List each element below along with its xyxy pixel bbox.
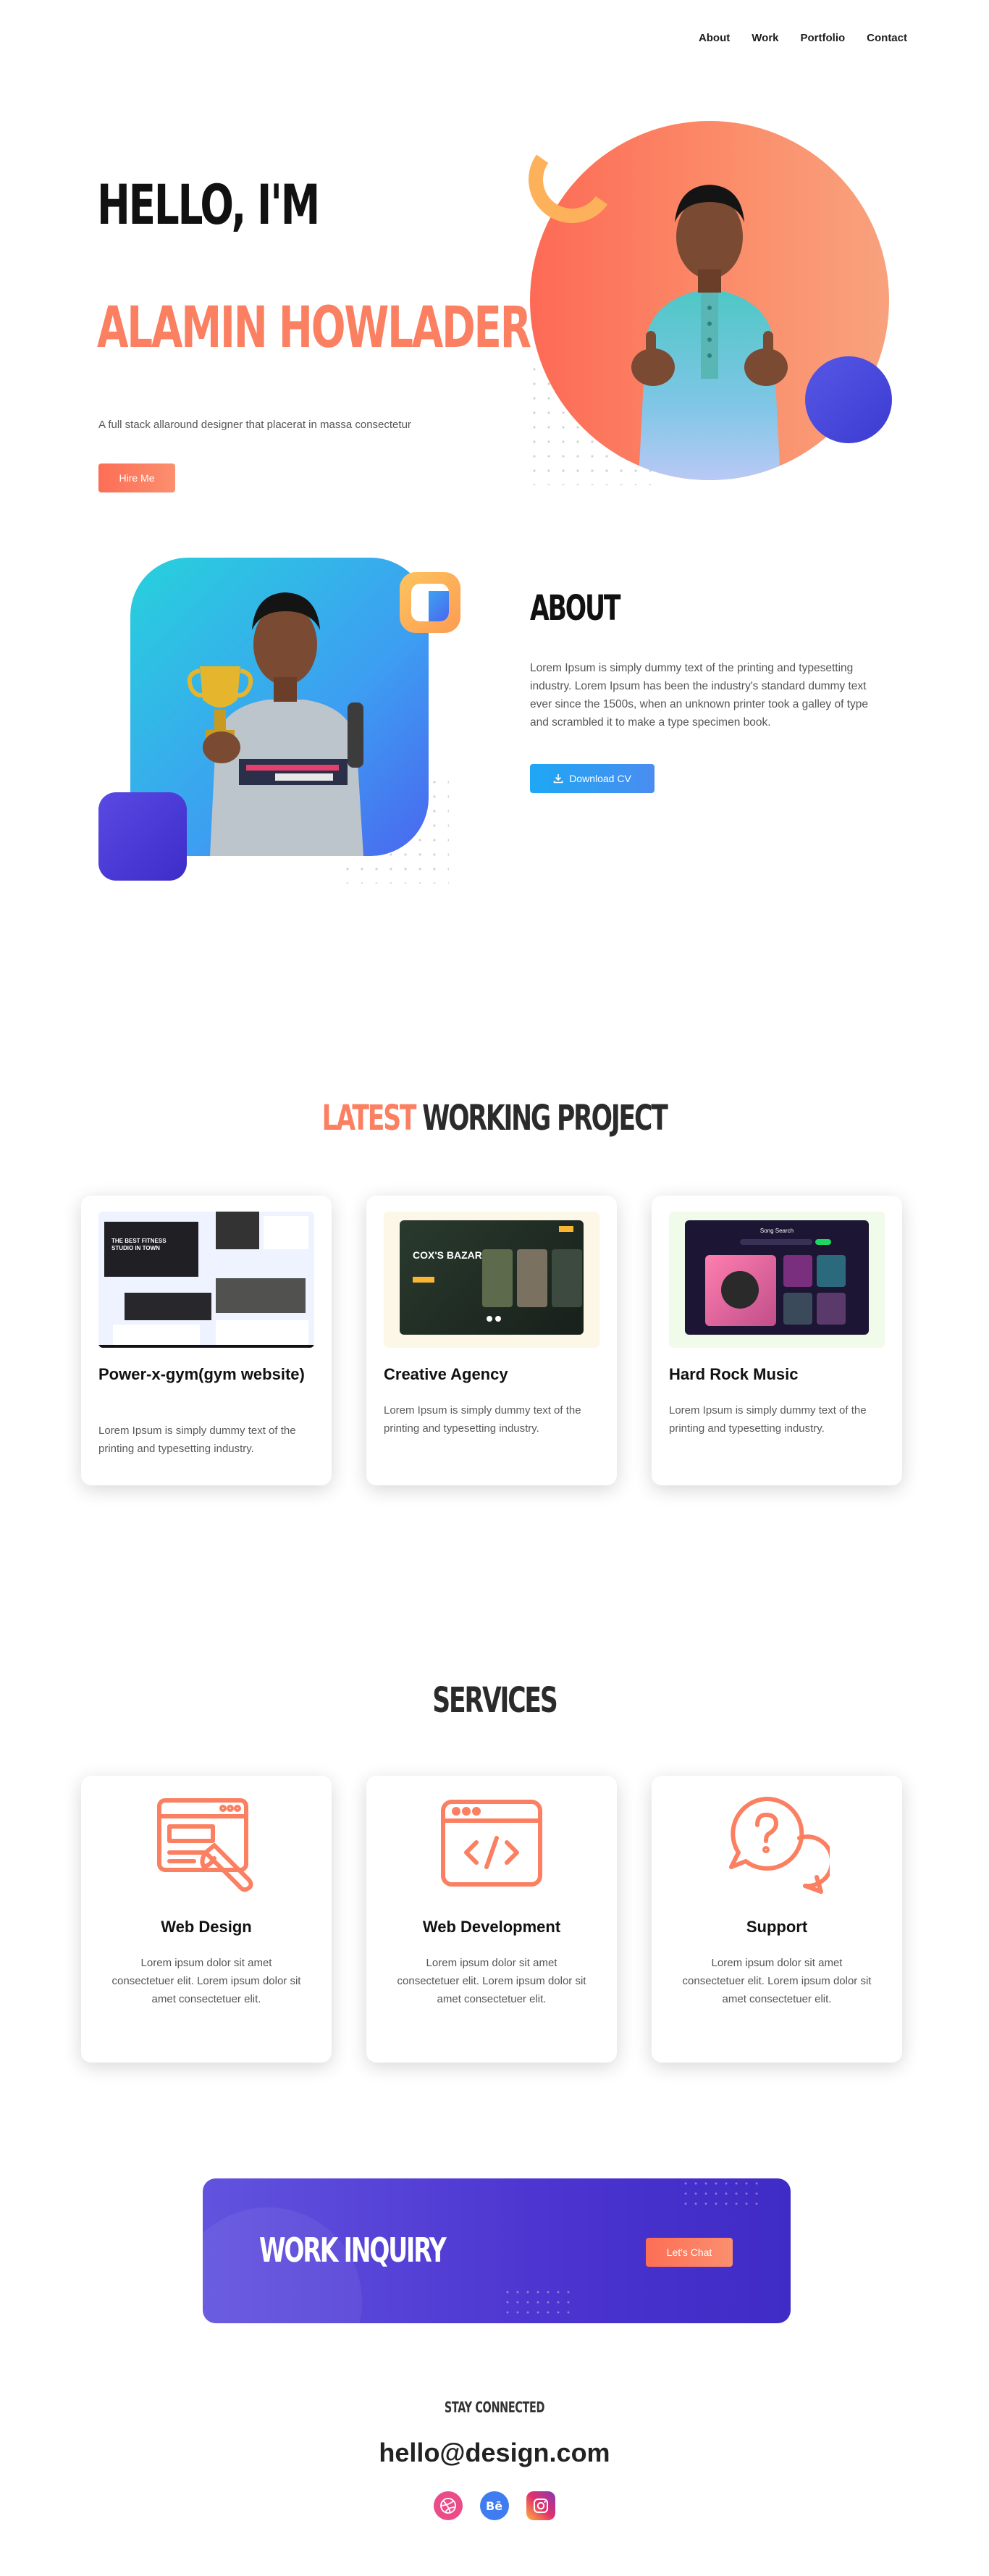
service-title: Web Design bbox=[161, 1918, 252, 1936]
about-text: Lorem Ipsum is simply dummy text of the … bbox=[530, 662, 869, 729]
hire-me-button[interactable]: Hire Me bbox=[98, 463, 175, 492]
work-inquiry-banner: WORK INQUIRY Let's Chat bbox=[203, 2178, 791, 2323]
projects-title-rest: WORKING PROJECT bbox=[422, 1098, 669, 1138]
thumb-hero: Song Search bbox=[685, 1220, 869, 1335]
thumb-hero: THE BEST FITNESS STUDIO IN TOWN bbox=[104, 1222, 198, 1277]
nav-about-link[interactable]: About bbox=[699, 32, 730, 44]
code-window-icon bbox=[441, 1800, 542, 1887]
project-title: Hard Rock Music bbox=[669, 1365, 799, 1383]
service-title: Web Development bbox=[422, 1918, 561, 1936]
nav-contact-link[interactable]: Contact bbox=[867, 32, 907, 44]
project-card[interactable]: COX'S BAZAR Creative Agency Lorem Ipsum … bbox=[366, 1196, 617, 1485]
about-title: ABOUT bbox=[530, 588, 620, 629]
services-title: SERVICES bbox=[0, 1680, 989, 1721]
hero-name: ALAMIN HOWLADER bbox=[97, 295, 531, 361]
thumb-heading: Song Search bbox=[759, 1228, 794, 1234]
instagram-icon[interactable] bbox=[526, 2491, 555, 2520]
project-description: Lorem Ipsum is simply dummy text of the … bbox=[384, 1404, 581, 1435]
nav-work-link[interactable]: Work bbox=[752, 32, 778, 44]
service-card: Web Design Lorem ipsum dolor sit amet co… bbox=[81, 1776, 332, 2063]
projects-title-highlight: LATEST bbox=[321, 1098, 417, 1138]
project-description: Lorem Ipsum is simply dummy text of the … bbox=[98, 1425, 296, 1455]
service-description: Lorem ipsum dolor sit amet consectetuer … bbox=[397, 1957, 586, 2005]
project-card[interactable]: Song Search Hard Rock Music Lorem Ipsum … bbox=[652, 1196, 902, 1485]
social-links: Bē bbox=[0, 2491, 989, 2520]
project-title: Creative Agency bbox=[384, 1365, 508, 1383]
lets-chat-button[interactable]: Let's Chat bbox=[646, 2238, 733, 2267]
service-description: Lorem ipsum dolor sit amet consectetuer … bbox=[682, 1957, 872, 2005]
hero-tagline: A full stack allaround designer that pla… bbox=[98, 419, 411, 431]
projects-title: LATEST WORKING PROJECT bbox=[0, 1098, 989, 1138]
project-thumbnail: THE BEST FITNESS STUDIO IN TOWN bbox=[98, 1212, 314, 1348]
service-card: Web Development Lorem ipsum dolor sit am… bbox=[366, 1776, 617, 2063]
main-nav: About Work Portfolio Contact bbox=[699, 32, 907, 44]
download-cv-button[interactable]: Download CV bbox=[530, 764, 655, 793]
decorative-blue-circle bbox=[805, 356, 892, 443]
dribbble-icon[interactable] bbox=[434, 2491, 463, 2520]
thumb-hero: COX'S BAZAR bbox=[400, 1220, 584, 1335]
decorative-dots bbox=[681, 2178, 760, 2207]
behance-icon[interactable]: Bē bbox=[480, 2491, 509, 2520]
project-thumbnail: Song Search bbox=[669, 1212, 885, 1348]
project-thumbnail: COX'S BAZAR bbox=[384, 1212, 599, 1348]
question-chat-icon bbox=[729, 1796, 830, 1894]
nav-portfolio-link[interactable]: Portfolio bbox=[801, 32, 846, 44]
project-card[interactable]: THE BEST FITNESS STUDIO IN TOWN Power-x-… bbox=[81, 1196, 332, 1485]
contact-email[interactable]: hello@design.com bbox=[0, 2438, 989, 2468]
thumb-heading: COX'S BAZAR bbox=[413, 1249, 482, 1261]
decorative-dots bbox=[502, 2287, 575, 2320]
download-cv-label: Download CV bbox=[569, 773, 631, 784]
work-inquiry-title: WORK INQUIRY bbox=[259, 2231, 447, 2270]
stay-connected-heading: STAY CONNECTED bbox=[0, 2399, 989, 2417]
service-card: Support Lorem ipsum dolor sit amet conse… bbox=[652, 1776, 902, 2063]
download-icon bbox=[553, 774, 563, 784]
decorative-purple-square bbox=[98, 792, 187, 881]
web-design-icon bbox=[157, 1798, 253, 1892]
stay-connected-text: STAY CONNECTED bbox=[444, 2399, 545, 2416]
svg-text:Bē: Bē bbox=[486, 2499, 502, 2513]
service-title: Support bbox=[746, 1918, 808, 1936]
service-description: Lorem ipsum dolor sit amet consectetuer … bbox=[111, 1957, 301, 2005]
hero-greeting: HELLO, I'M bbox=[97, 172, 320, 237]
services-title-text: SERVICES bbox=[432, 1680, 557, 1721]
project-title: Power-x-gym(gym website) bbox=[98, 1365, 305, 1383]
thumb-heading: THE BEST FITNESS STUDIO IN TOWN bbox=[111, 1238, 167, 1251]
decorative-orange-square bbox=[400, 572, 460, 633]
project-description: Lorem Ipsum is simply dummy text of the … bbox=[669, 1404, 867, 1435]
